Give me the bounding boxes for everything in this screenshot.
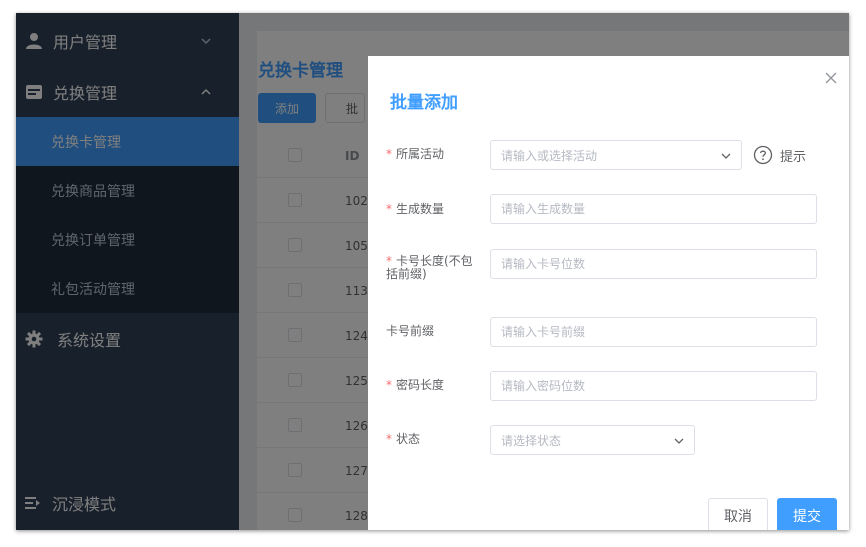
- batch-add-drawer: 批量添加 *所属活动 请输入或选择活动 提示 *生成数量 *卡号长度(不包括前缀…: [368, 56, 849, 530]
- prefix-input[interactable]: [490, 317, 817, 347]
- app-window: 用户管理 兑换管理 兑换卡管理 兑换商品管理 兑换订单管理 礼包活动管理: [16, 13, 849, 530]
- count-label: * 生成数量: [386, 202, 445, 216]
- password-length-input[interactable]: [490, 371, 817, 401]
- drawer-title: 批量添加: [390, 93, 458, 113]
- count-input[interactable]: [490, 194, 817, 224]
- status-label: * 状态: [386, 432, 421, 446]
- submit-button[interactable]: 提交: [777, 498, 837, 530]
- chevron-down-icon: [674, 438, 684, 444]
- chevron-down-icon: [721, 153, 731, 159]
- status-select[interactable]: 请选择状态: [490, 425, 695, 455]
- prefix-label: 卡号前缀: [386, 324, 435, 338]
- password-length-label: * 密码长度: [386, 378, 445, 392]
- activity-label: * 所属活动: [386, 147, 445, 161]
- card-length-input[interactable]: [490, 249, 817, 279]
- hint-label: 提示: [780, 149, 807, 165]
- question-circle-icon: [753, 145, 773, 165]
- status-placeholder: 请选择状态: [501, 433, 562, 448]
- hint-button[interactable]: 提示: [753, 144, 806, 166]
- close-icon[interactable]: [825, 72, 837, 84]
- activity-select[interactable]: 请输入或选择活动: [490, 140, 742, 170]
- card-length-label: * 卡号长度(不包括前缀): [386, 254, 473, 281]
- activity-placeholder: 请输入或选择活动: [501, 148, 598, 163]
- cancel-button[interactable]: 取消: [708, 498, 768, 530]
